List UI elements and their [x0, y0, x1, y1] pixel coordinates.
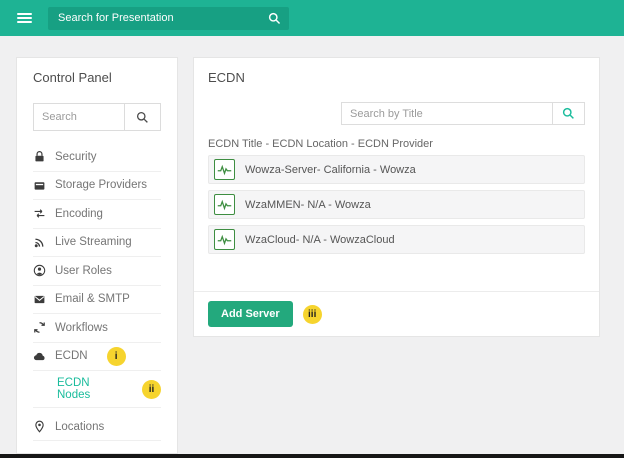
user-icon: [33, 265, 46, 277]
server-pulse-icon: [214, 194, 235, 215]
page-title: ECDN: [208, 70, 245, 85]
server-pulse-icon: [214, 159, 235, 180]
sidebar-menu: Security Storage Providers Encoding Live…: [33, 143, 161, 441]
cloud-icon: [33, 352, 45, 360]
sidebar-item-label: Encoding: [55, 207, 103, 220]
sidebar-item-workflows[interactable]: Workflows: [33, 314, 161, 343]
lock-icon: [35, 151, 44, 162]
top-bar: [0, 0, 624, 36]
server-row-wzammen[interactable]: WzaMMEN- N/A - Wowza: [208, 190, 585, 219]
server-pulse-icon: [214, 229, 235, 250]
server-title: WzaCloud- N/A - WowzaCloud: [245, 233, 395, 246]
search-icon[interactable]: [268, 12, 281, 25]
title-search-button[interactable]: [552, 102, 585, 125]
map-pin-icon: [35, 420, 44, 433]
search-icon: [562, 107, 574, 119]
transfer-arrows-icon: [34, 209, 45, 218]
server-row-wowza-server[interactable]: Wowza-Server- California - Wowza: [208, 155, 585, 184]
ecdn-panel: ECDN ECDN Title - ECDN Location - ECDN P…: [193, 57, 600, 337]
sidebar-item-label: User Roles: [55, 264, 112, 277]
broadcast-icon: [34, 238, 44, 247]
sidebar-item-locations[interactable]: Locations: [33, 408, 161, 441]
sidebar-item-encoding[interactable]: Encoding: [33, 200, 161, 229]
sidebar-item-ecdn[interactable]: ECDN i: [33, 343, 161, 371]
server-list-header: ECDN Title - ECDN Location - ECDN Provid…: [208, 138, 433, 150]
search-icon: [136, 111, 148, 123]
sidebar-item-label: Locations: [55, 420, 105, 433]
server-title: WzaMMEN- N/A - Wowza: [245, 198, 371, 211]
annotation-badge-iii: iii: [302, 304, 322, 324]
server-title: Wowza-Server- California - Wowza: [245, 163, 416, 176]
sidebar-item-live-streaming[interactable]: Live Streaming: [33, 229, 161, 257]
panel-footer: Add Server iii: [194, 291, 599, 336]
sidebar-item-email-smtp[interactable]: Email & SMTP: [33, 286, 161, 314]
control-panel-sidebar: Control Panel Security Storage Providers…: [16, 57, 178, 454]
sidebar-item-label: Security: [55, 150, 97, 163]
server-row-wzacloud[interactable]: WzaCloud- N/A - WowzaCloud: [208, 225, 585, 254]
bottom-bar: [0, 454, 624, 458]
sidebar-item-label: ECDN Nodes: [57, 377, 91, 401]
sidebar-item-user-roles[interactable]: User Roles: [33, 257, 161, 286]
sidebar-item-label: Workflows: [55, 321, 108, 334]
hamburger-menu-icon[interactable]: [17, 11, 32, 25]
title-search-input[interactable]: [341, 102, 552, 125]
presentation-search: [48, 6, 289, 30]
sidebar-title: Control Panel: [33, 70, 112, 85]
sidebar-item-ecdn-nodes[interactable]: ECDN Nodes ii: [33, 371, 161, 408]
sidebar-item-security[interactable]: Security: [33, 143, 161, 172]
sidebar-item-label: Email & SMTP: [55, 293, 130, 306]
sidebar-item-label: Storage Providers: [55, 179, 148, 192]
title-search: [341, 102, 585, 125]
sidebar-item-label: ECDN: [55, 350, 88, 363]
annotation-badge-i: i: [106, 346, 126, 366]
annotation-badge-ii: ii: [142, 379, 161, 399]
sidebar-search-button[interactable]: [124, 103, 161, 131]
storage-icon: [34, 182, 45, 190]
add-server-button[interactable]: Add Server: [208, 301, 293, 327]
workflow-arrows-icon: [34, 322, 45, 334]
sidebar-item-storage-providers[interactable]: Storage Providers: [33, 172, 161, 200]
envelope-icon: [34, 295, 45, 303]
sidebar-item-label: Live Streaming: [55, 236, 132, 249]
sidebar-search: [33, 103, 161, 131]
sidebar-search-input[interactable]: [33, 103, 124, 131]
presentation-search-input[interactable]: [48, 6, 289, 30]
